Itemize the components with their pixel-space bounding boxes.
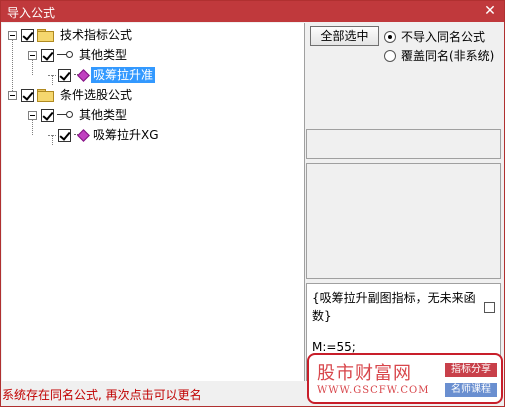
key-icon — [57, 50, 73, 60]
title-bar[interactable]: 导入公式 ✕ — [1, 1, 504, 22]
formula-tree: 技术指标公式 其他类型 吸筹拉升准 条件选股公式 其他类型 吸筹拉升XG — [2, 23, 305, 381]
radio-label: 覆盖同名(非系统) — [401, 49, 495, 63]
radio-label: 不导入同名公式 — [401, 30, 486, 44]
radio-skip-duplicates[interactable]: 不导入同名公式 — [384, 28, 485, 45]
tree-node-label: 吸筹拉升准 — [91, 67, 156, 83]
tree-checkbox[interactable] — [21, 88, 34, 102]
watermark-site-name: 股市财富网 — [317, 363, 412, 384]
collapse-toggle-icon[interactable] — [28, 50, 37, 60]
key-icon — [57, 110, 73, 120]
tree-node-label: 吸筹拉升XG — [93, 128, 159, 142]
tree-connector — [48, 74, 56, 76]
close-button[interactable]: ✕ — [482, 2, 498, 20]
tree-checkbox[interactable] — [41, 108, 54, 122]
window-title: 导入公式 — [7, 6, 56, 20]
tree-node-stock-screening[interactable]: 条件选股公式 — [8, 86, 134, 104]
tree-node-other-types[interactable]: 其他类型 — [28, 46, 129, 64]
tree-checkbox[interactable] — [41, 48, 54, 62]
description-text: {吸筹拉升副图指标，无未来函数} — [312, 291, 476, 323]
tree-node-tech-indicators[interactable]: 技术指标公式 — [8, 26, 134, 44]
tree-node-formula-xcls[interactable]: 吸筹拉升准 — [48, 66, 156, 84]
collapse-toggle-icon[interactable] — [8, 30, 17, 40]
tree-node-formula-xg[interactable]: 吸筹拉升XG — [48, 126, 161, 144]
info-field — [306, 129, 501, 159]
watermark-tag: 指标分享 — [445, 363, 497, 377]
tree-checkbox[interactable] — [58, 128, 71, 142]
select-all-button[interactable]: 全部选中 — [310, 26, 379, 46]
tree-node-label: 技术指标公式 — [60, 28, 133, 42]
watermark-logo: 股市财富网 WWW.GSCFW.COM 指标分享 名师课程 — [307, 353, 503, 404]
radio-button[interactable] — [384, 49, 396, 62]
import-formula-dialog: 导入公式 ✕ 技术指标公式 其他类型 吸筹拉升准 条件选股公式 其他类型 吸筹拉… — [0, 0, 505, 407]
tree-connector — [48, 134, 56, 136]
status-message: 系统存在同名公式, 再次点击可以更名 — [2, 388, 202, 402]
folder-icon — [37, 29, 54, 42]
preview-area — [306, 163, 501, 279]
tree-node-label: 其他类型 — [79, 48, 128, 62]
formula-gem-icon — [74, 69, 88, 81]
tree-checkbox[interactable] — [58, 68, 71, 82]
radio-button[interactable] — [384, 30, 396, 43]
tree-node-label: 条件选股公式 — [60, 88, 133, 102]
tree-node-other-types[interactable]: 其他类型 — [28, 106, 129, 124]
collapse-toggle-icon[interactable] — [28, 110, 37, 120]
watermark-url: WWW.GSCFW.COM — [317, 385, 430, 396]
description-code: M:=55; — [312, 340, 356, 354]
status-bar: 系统存在同名公式, 再次点击可以更名 — [2, 382, 305, 406]
tree-node-label: 其他类型 — [79, 108, 128, 122]
folder-icon — [37, 89, 54, 102]
collapse-toggle-icon[interactable] — [8, 90, 17, 100]
tree-checkbox[interactable] — [21, 28, 34, 42]
formula-gem-icon — [74, 129, 88, 141]
description-checkbox[interactable] — [484, 302, 495, 313]
watermark-tag: 名师课程 — [445, 383, 497, 397]
radio-overwrite-duplicates[interactable]: 覆盖同名(非系统) — [384, 47, 494, 64]
options-panel: 全部选中 不导入同名公式 覆盖同名(非系统) {吸筹拉升副图指标，无未来函数} … — [306, 23, 504, 381]
